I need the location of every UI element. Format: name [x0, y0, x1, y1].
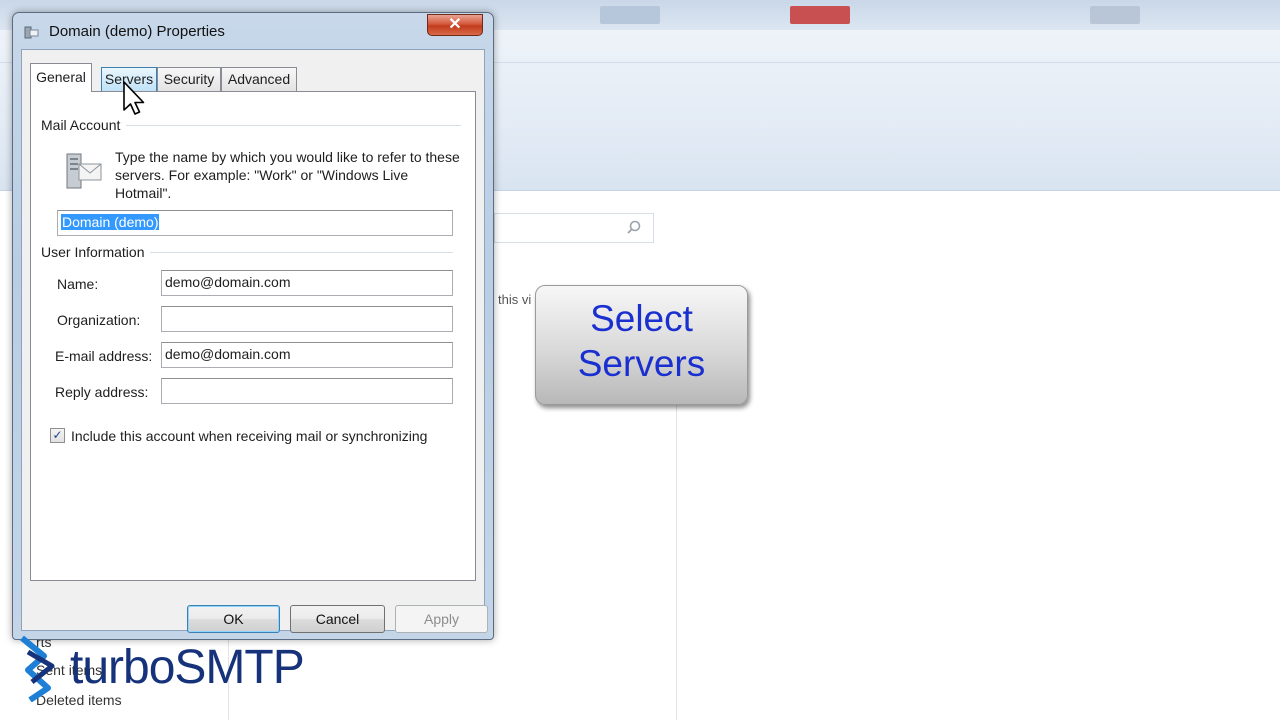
logo-text-turbo: turbo: [70, 641, 175, 694]
general-tab-panel: Mail Account Type the name by which you …: [30, 91, 476, 581]
user-information-group-label: User Information: [41, 244, 151, 260]
cancel-button[interactable]: Cancel: [290, 605, 385, 633]
dialog-client-area: General Servers Security Advanced Mail A…: [21, 49, 488, 633]
close-button[interactable]: ✕: [427, 14, 483, 36]
turbosmtp-logo-text: turboSMTP: [70, 640, 305, 695]
search-icon: [627, 220, 641, 234]
mail-account-group-label: Mail Account: [41, 117, 127, 133]
mouse-cursor-icon: [123, 81, 145, 115]
email-address-label: E-mail address:: [55, 348, 153, 364]
callout-line-2: Servers: [577, 343, 706, 384]
taskbar-blob: [1090, 6, 1140, 24]
name-label: Name:: [57, 276, 99, 292]
include-account-checkbox[interactable]: ✓: [50, 428, 65, 443]
callout-line-1: Select: [590, 298, 693, 339]
organization-field[interactable]: [161, 306, 453, 332]
group-divider: [147, 252, 453, 253]
logo-text-smtp: SMTP: [174, 641, 304, 694]
reply-address-field[interactable]: [161, 378, 453, 404]
email-address-field[interactable]: demo@domain.com: [161, 342, 453, 368]
account-name-value: Domain (demo): [61, 214, 160, 230]
ok-button[interactable]: OK: [187, 605, 280, 633]
organization-label: Organization:: [57, 312, 141, 328]
include-account-label: Include this account when receiving mail…: [71, 428, 428, 444]
server-mail-icon: [66, 153, 102, 189]
instruction-callout: Select Servers: [535, 285, 748, 405]
tab-general[interactable]: General: [30, 63, 92, 92]
background-search-box[interactable]: [494, 213, 654, 243]
background-partial-text: this vi: [498, 292, 532, 307]
account-icon: [24, 26, 39, 39]
taskbar-blob: [790, 6, 850, 24]
tab-security[interactable]: Security: [157, 67, 221, 91]
name-field[interactable]: demo@domain.com: [161, 270, 453, 296]
account-name-input[interactable]: Domain (demo): [57, 210, 453, 236]
reply-address-label: Reply address:: [55, 384, 149, 400]
properties-dialog: Domain (demo) Properties ✕ General Serve…: [12, 12, 494, 640]
background-divider: [676, 400, 677, 720]
apply-button[interactable]: Apply: [395, 605, 488, 633]
mail-account-description: Type the name by which you would like to…: [115, 149, 460, 201]
taskbar-blob: [600, 6, 660, 24]
dialog-title: Domain (demo) Properties: [49, 23, 225, 40]
group-divider: [121, 125, 461, 126]
tab-advanced[interactable]: Advanced: [221, 67, 297, 91]
